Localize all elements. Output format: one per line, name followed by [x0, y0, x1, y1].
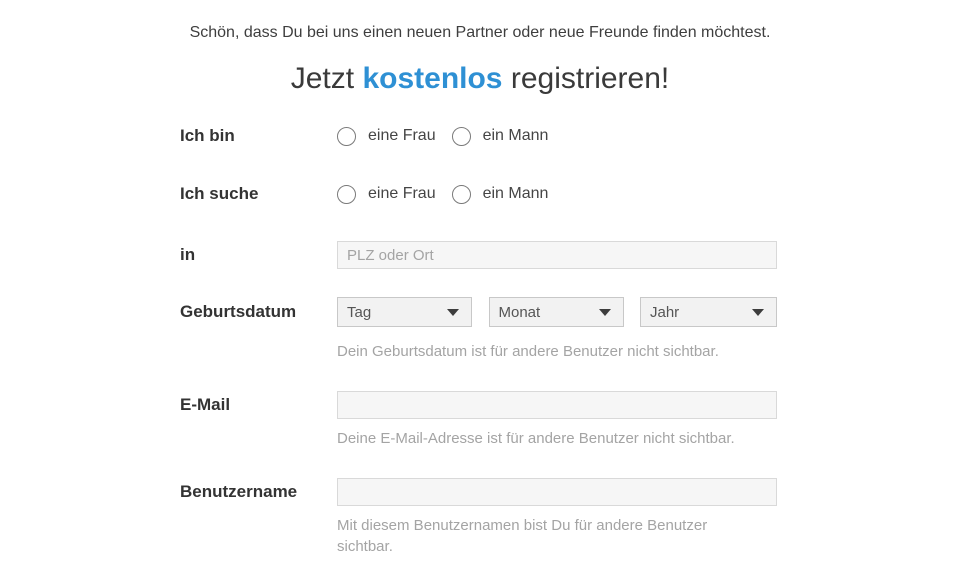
location-row: in — [180, 241, 780, 269]
month-select-value: Monat — [499, 304, 541, 321]
gender-row: Ich bin eine Frau ein Mann — [180, 126, 780, 146]
username-row: Benutzername Mit diesem Benutzernamen bi… — [180, 478, 780, 557]
birthdate-selects: Tag Monat Jahr — [337, 297, 777, 327]
radio-button-icon[interactable] — [452, 127, 471, 146]
radio-button-icon[interactable] — [337, 185, 356, 204]
location-label: in — [180, 241, 337, 269]
page-title-part1: Jetzt — [291, 62, 354, 95]
seeking-option-mann[interactable]: ein Mann — [452, 185, 549, 204]
month-select[interactable]: Monat — [489, 297, 624, 327]
chevron-down-icon — [752, 309, 764, 316]
seeking-option-frau-label: eine Frau — [368, 185, 436, 203]
page-title-part2: registrieren! — [511, 62, 669, 95]
email-field[interactable] — [337, 391, 777, 419]
intro-text: Schön, dass Du bei uns einen neuen Partn… — [0, 0, 960, 43]
email-row: E-Mail Deine E-Mail-Adresse ist für ande… — [180, 391, 780, 449]
email-helper-text: Deine E-Mail-Adresse ist für andere Benu… — [337, 428, 742, 449]
chevron-down-icon — [599, 309, 611, 316]
seeking-option-frau[interactable]: eine Frau — [337, 185, 436, 204]
username-helper-text: Mit diesem Benutzernamen bist Du für and… — [337, 515, 737, 557]
registration-form: Ich bin eine Frau ein Mann Ich suche ein… — [180, 126, 780, 557]
seeking-radio-group: eine Frau ein Mann — [337, 184, 777, 204]
gender-option-frau-label: eine Frau — [368, 127, 436, 145]
gender-option-frau[interactable]: eine Frau — [337, 127, 436, 146]
gender-radio-group: eine Frau ein Mann — [337, 126, 777, 146]
birthdate-helper-text: Dein Geburtsdatum ist für andere Benutze… — [337, 341, 742, 362]
gender-option-mann-label: ein Mann — [483, 127, 549, 145]
year-select[interactable]: Jahr — [640, 297, 777, 327]
radio-button-icon[interactable] — [452, 185, 471, 204]
day-select[interactable]: Tag — [337, 297, 472, 327]
username-field[interactable] — [337, 478, 777, 506]
day-select-value: Tag — [347, 304, 371, 321]
seeking-option-mann-label: ein Mann — [483, 185, 549, 203]
location-input[interactable] — [337, 241, 777, 269]
gender-label: Ich bin — [180, 126, 337, 146]
gender-option-mann[interactable]: ein Mann — [452, 127, 549, 146]
username-label: Benutzername — [180, 478, 337, 506]
year-select-value: Jahr — [650, 304, 679, 321]
page-title-highlight: kostenlos — [362, 62, 502, 95]
email-label: E-Mail — [180, 391, 337, 419]
birthdate-label: Geburtsdatum — [180, 297, 337, 327]
seeking-row: Ich suche eine Frau ein Mann — [180, 184, 780, 204]
birthdate-row: Geburtsdatum Tag Monat Jahr Dein Geburts… — [180, 297, 780, 362]
page-title: Jetzt kostenlos registrieren! — [0, 58, 960, 99]
radio-button-icon[interactable] — [337, 127, 356, 146]
chevron-down-icon — [447, 309, 459, 316]
seeking-label: Ich suche — [180, 184, 337, 204]
